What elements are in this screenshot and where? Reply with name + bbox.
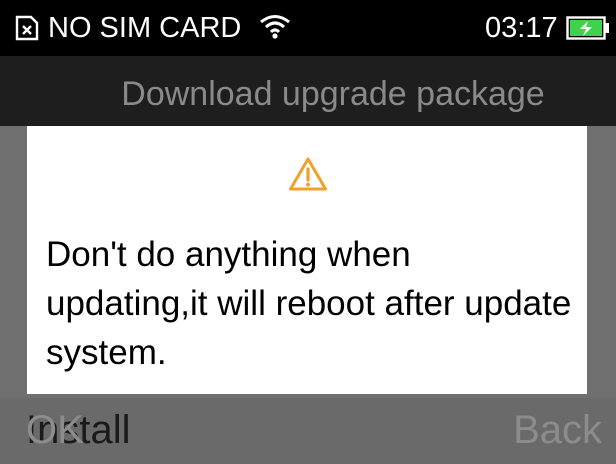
warning-icon xyxy=(289,157,327,191)
clock-time: 03:17 xyxy=(485,12,558,44)
title-bar: Download upgrade package xyxy=(0,56,616,126)
wifi-icon xyxy=(260,15,290,39)
softkey-bar: Install OK Back xyxy=(0,398,616,464)
page-title: Download upgrade package xyxy=(121,75,545,113)
dialog-message: Don't do anything when updating,it will … xyxy=(46,235,572,372)
status-bar: NO SIM CARD 03:17 xyxy=(0,0,616,56)
battery-charging-icon xyxy=(566,16,609,40)
back-button[interactable]: Back xyxy=(513,406,602,454)
no-sim-icon xyxy=(15,15,39,41)
phone-screen: NO SIM CARD 03:17 Download upgrade packa… xyxy=(0,0,616,464)
update-warning-dialog: Don't do anything when updating,it will … xyxy=(27,126,587,394)
ok-button[interactable]: OK xyxy=(26,406,84,454)
sim-status-label: NO SIM CARD xyxy=(48,12,242,44)
